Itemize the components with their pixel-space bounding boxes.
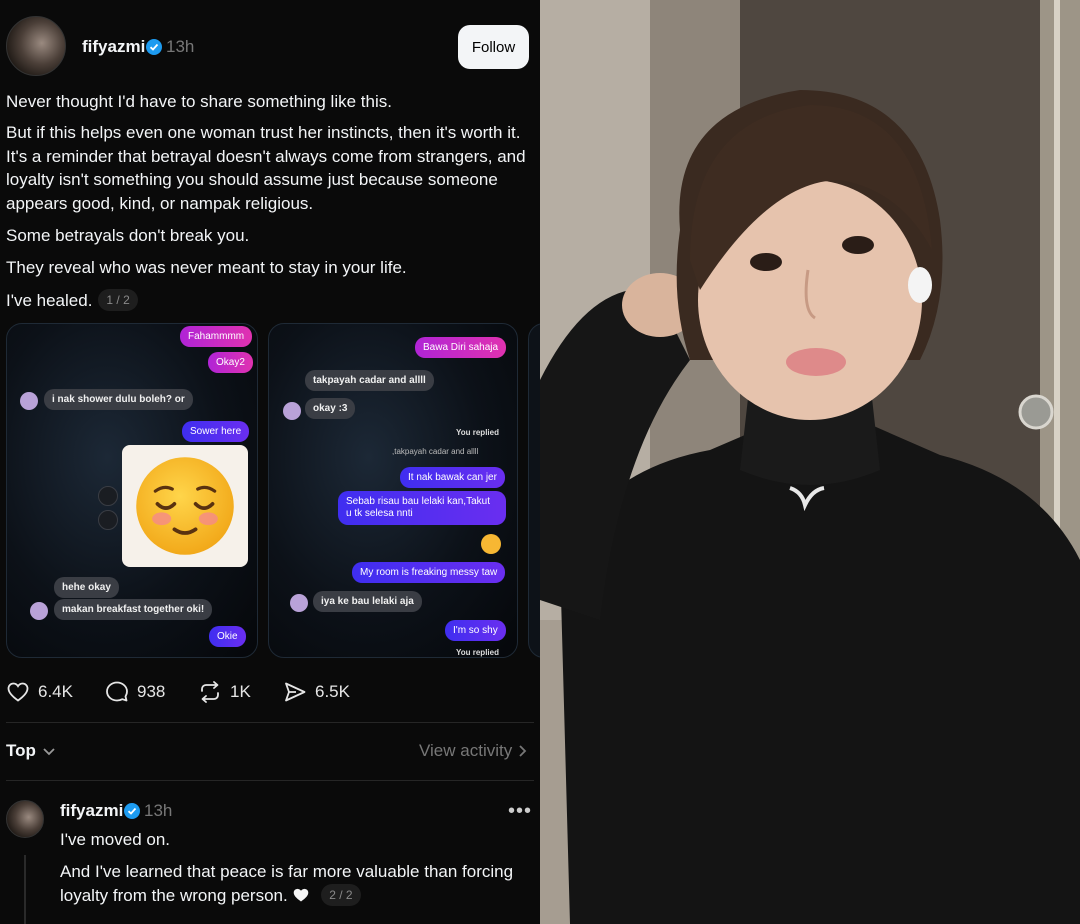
share-icon	[285, 682, 306, 702]
more-icon[interactable]: •••	[508, 800, 532, 823]
like-count: 6.4K	[38, 682, 73, 701]
chat-bubble: hehe okay	[54, 577, 119, 598]
post-time: 13h	[166, 37, 195, 56]
repost-button[interactable]: 1K	[198, 680, 251, 704]
post-paragraph: They reveal who was never meant to stay …	[6, 258, 407, 277]
chat-avatar	[283, 402, 301, 420]
verified-badge-icon	[124, 803, 140, 819]
comment-button[interactable]: 938	[105, 680, 165, 704]
repost-icon	[201, 681, 219, 703]
chat-bubble: i nak shower dulu boleh? or	[44, 389, 193, 410]
chat-bubble: makan breakfast together oki!	[54, 599, 213, 620]
sort-label: Top	[6, 741, 36, 760]
post-paragraph: Some betrayals don't break you.	[6, 226, 250, 245]
post-last-line: I've healed. 1 / 2	[6, 289, 526, 313]
you-replied-label: You replied	[456, 648, 499, 657]
divider	[6, 780, 534, 781]
selfie-illustration	[540, 0, 1080, 924]
reply-paragraph: And I've learned that peace is far more …	[60, 860, 520, 907]
relieved-face-sticker	[122, 445, 248, 567]
author-avatar[interactable]	[6, 16, 66, 76]
thread-line	[24, 855, 26, 924]
reply-line: I've moved on.	[60, 830, 171, 849]
post-paragraph: Never thought I'd have to share somethin…	[6, 92, 392, 111]
chat-bubble: Okie	[209, 626, 246, 647]
post-pager: 1 / 2	[98, 289, 138, 311]
chat-avatar	[290, 594, 308, 612]
reply-pager: 2 / 2	[321, 883, 361, 906]
chat-bubble: takpayah cadar and allll	[305, 370, 434, 391]
comment-icon	[106, 681, 128, 702]
chat-bubble: iya ke bau lelaki aja	[313, 591, 422, 612]
threads-post-panel: fifyazmi 13h Follow Never thought I'd ha…	[0, 0, 540, 924]
edit-sticker-icon[interactable]	[98, 510, 118, 530]
comment-count: 938	[137, 682, 166, 701]
chat-bubble: My room is freaking messy taw	[352, 562, 506, 583]
author-username[interactable]: fifyazmi	[82, 37, 145, 57]
verified-badge-icon	[146, 39, 162, 55]
share-sticker-icon[interactable]	[98, 486, 118, 506]
chat-bubble: Sebab risau bau lelaki kan,Takut u tk se…	[338, 491, 506, 525]
like-button[interactable]: 6.4K	[6, 680, 73, 704]
chevron-down-icon	[43, 748, 55, 756]
selfie-photo	[540, 0, 1080, 924]
share-button[interactable]: 6.5K	[283, 680, 350, 704]
chat-bubble: okay :3	[305, 398, 356, 419]
reply-username[interactable]: fifyazmi	[60, 801, 123, 821]
post-last-line-text: I've healed.	[6, 291, 93, 310]
chat-avatar	[20, 392, 38, 410]
chat-screenshot-3-peek[interactable]	[528, 323, 540, 658]
chat-bubble: Sower here	[182, 421, 250, 442]
reply-time: 13h	[144, 801, 173, 820]
relieved-face-icon	[136, 457, 234, 555]
chat-avatar	[30, 602, 48, 620]
chat-bubble: Bawa Diri sahaja	[415, 337, 507, 358]
follow-button[interactable]: Follow	[458, 25, 529, 69]
sort-dropdown[interactable]: Top	[6, 741, 56, 761]
heart-icon	[7, 682, 29, 702]
view-activity-label: View activity	[419, 741, 513, 760]
chat-bubble: It nak bawak can jer	[400, 467, 505, 488]
reply-author-avatar[interactable]	[6, 800, 44, 838]
chat-bubble: Okay2	[208, 352, 253, 373]
chat-bubble: Fahammmm	[180, 326, 253, 347]
share-count: 6.5K	[315, 682, 350, 701]
you-replied-label: You replied	[456, 428, 499, 437]
reply-quote: ,takpayah cadar and allll	[392, 447, 479, 456]
chevron-right-icon	[519, 745, 527, 757]
divider	[6, 722, 534, 723]
white-heart-icon	[294, 888, 309, 902]
post-paragraph: But if this helps even one woman trust h…	[6, 123, 526, 213]
reply-line: And I've learned that peace is far more …	[60, 862, 514, 905]
view-activity-link[interactable]: View activity	[419, 741, 528, 761]
chat-bubble: I'm so shy	[445, 620, 506, 641]
smile-emoji-icon	[481, 534, 501, 554]
repost-count: 1K	[230, 682, 251, 701]
